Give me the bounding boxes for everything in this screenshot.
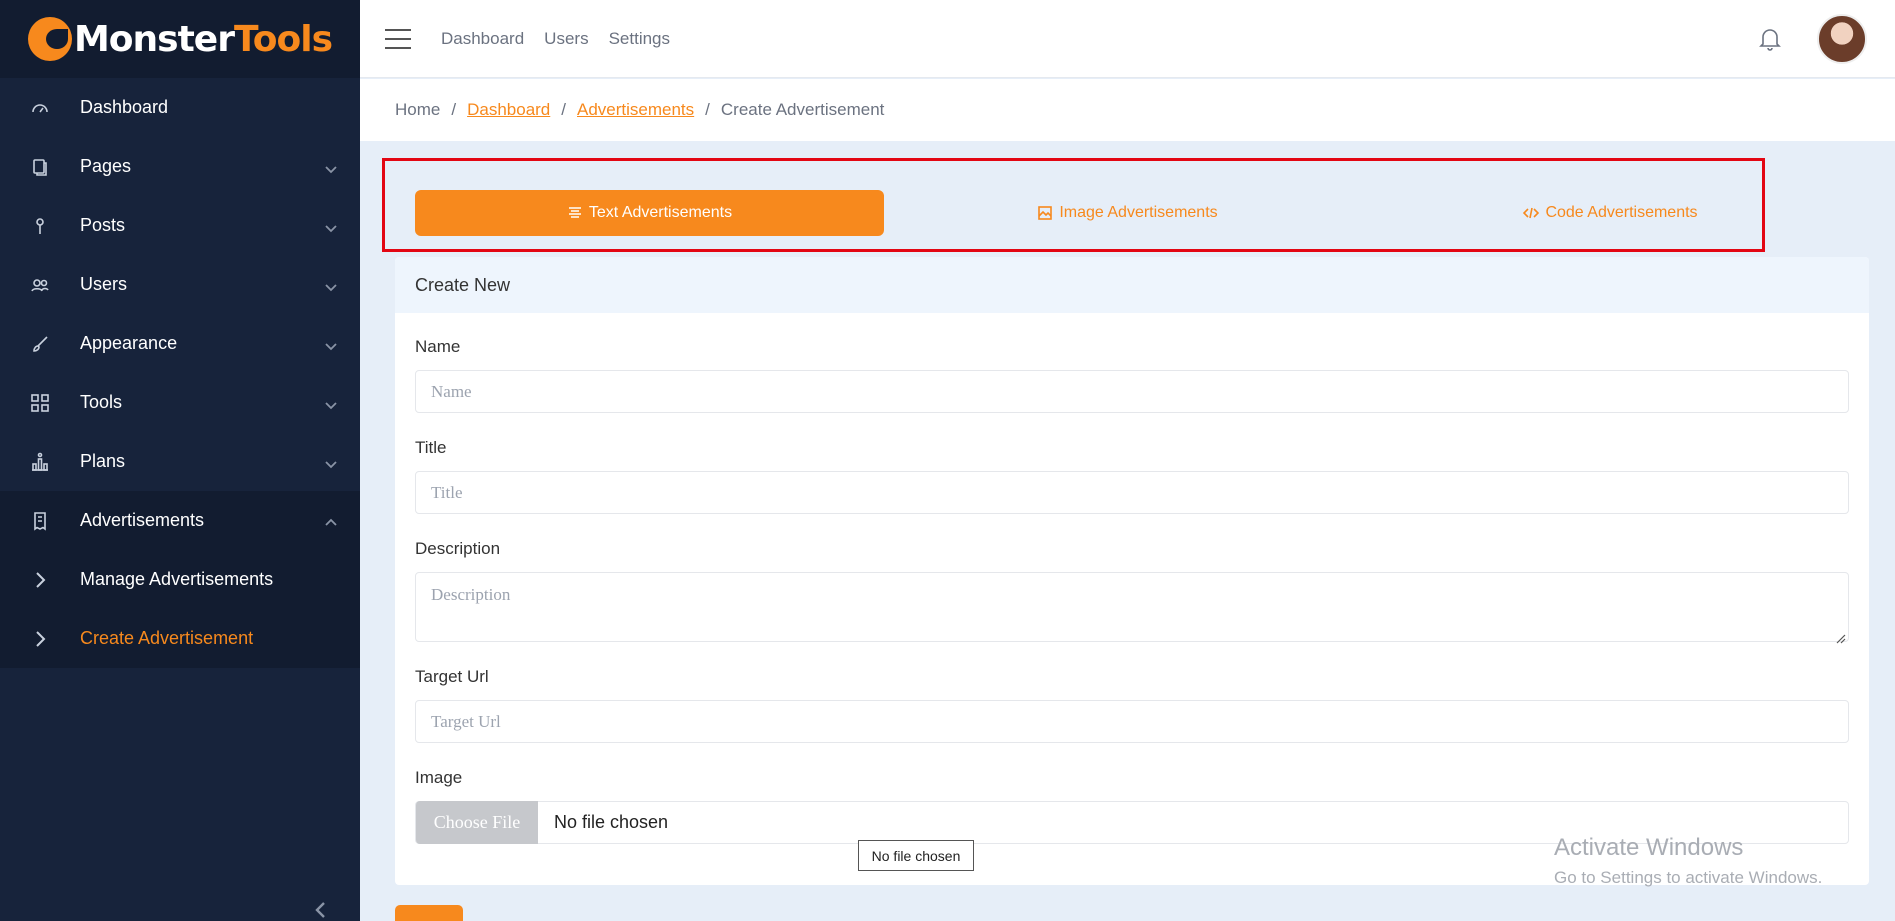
sidebar-item-label: Posts: [80, 215, 126, 235]
sidebar-item-advertisements[interactable]: Advertisements: [0, 491, 360, 550]
description-label: Description: [415, 539, 501, 558]
brush-icon: [30, 334, 50, 354]
name-label: Name: [415, 337, 461, 356]
resize-handle-icon[interactable]: [1836, 629, 1846, 644]
top-links: Dashboard Users Settings: [441, 29, 690, 49]
chevron-down-icon: [324, 219, 338, 233]
code-icon: [1523, 207, 1540, 219]
dashboard-icon: [30, 98, 50, 118]
sidebar-item-appearance[interactable]: Appearance: [0, 314, 360, 373]
chevron-down-icon: [324, 337, 338, 351]
sidebar-item-label: Manage Advertisements: [80, 569, 274, 589]
sidebar-item-label: Users: [80, 274, 128, 294]
title-label: Title: [415, 438, 447, 457]
plans-icon: [30, 452, 50, 472]
sidebar-item-tools[interactable]: Tools: [0, 373, 360, 432]
sidebar-item-plans[interactable]: Plans: [0, 432, 360, 491]
target-url-input[interactable]: Target Url: [415, 700, 1849, 743]
breadcrumb-home[interactable]: Home: [395, 100, 440, 120]
breadcrumb: Home / Dashboard / Advertisements / Crea…: [360, 79, 1895, 141]
sidebar-item-create-advertisement[interactable]: Create Advertisement: [0, 609, 360, 668]
file-status: No file chosen: [554, 812, 669, 832]
name-input[interactable]: Name: [415, 370, 1849, 413]
sidebar-nav: Dashboard Pages Posts Users Appearance T…: [0, 78, 360, 550]
breadcrumb-advertisements[interactable]: Advertisements: [577, 100, 694, 120]
top-link-settings[interactable]: Settings: [609, 29, 670, 49]
title-input[interactable]: Title: [415, 471, 1849, 514]
align-icon: [568, 207, 581, 218]
pages-icon: [30, 157, 50, 177]
create-ad-card: Create New Name Name Title Title Descrip…: [395, 257, 1869, 885]
breadcrumb-separator: /: [705, 100, 710, 119]
card-header: Create New: [395, 257, 1869, 313]
bell-icon[interactable]: [1757, 26, 1783, 52]
choose-file-button[interactable]: Choose File: [416, 801, 538, 844]
watermark-line1: Activate Windows: [1554, 834, 1744, 861]
top-navbar: Dashboard Users Settings: [360, 0, 1895, 78]
sidebar-item-pages[interactable]: Pages: [0, 137, 360, 196]
tab-label: Image Advertisements: [1059, 204, 1218, 221]
breadcrumb-separator: /: [561, 100, 566, 119]
receipt-icon: [30, 511, 50, 531]
collapse-sidebar-icon[interactable]: [310, 899, 332, 921]
top-link-dashboard[interactable]: Dashboard: [441, 29, 524, 49]
top-link-users[interactable]: Users: [544, 29, 588, 49]
chevron-up-icon: [324, 514, 338, 528]
sidebar-item-label: Create Advertisement: [80, 628, 254, 648]
tab-image-advertisements[interactable]: Image Advertisements: [900, 190, 1355, 236]
chevron-down-icon: [324, 455, 338, 469]
tab-label: Code Advertisements: [1545, 204, 1698, 221]
target-url-label: Target Url: [415, 667, 489, 686]
file-tooltip: No file chosen: [858, 840, 974, 871]
description-placeholder: Description: [431, 585, 511, 604]
image-label: Image: [415, 768, 463, 787]
image-icon: [1038, 206, 1053, 220]
sidebar-item-dashboard[interactable]: Dashboard: [0, 78, 360, 137]
sidebar-item-label: Tools: [80, 392, 123, 412]
logo-text: MonsterTools: [73, 18, 333, 60]
watermark-line2: Go to Settings to activate Windows.: [1554, 868, 1823, 887]
sidebar-item-manage-advertisements[interactable]: Manage Advertisements: [0, 550, 360, 609]
sidebar-item-posts[interactable]: Posts: [0, 196, 360, 255]
users-icon: [30, 275, 50, 295]
posts-icon: [30, 216, 50, 236]
tab-code-advertisements[interactable]: Code Advertisements: [1378, 190, 1843, 236]
sidebar: MonsterTools Dashboard Pages Posts Users…: [0, 0, 360, 921]
sidebar-item-label: Pages: [80, 156, 132, 176]
sidebar-item-label: Appearance: [80, 333, 178, 353]
sidebar-submenu: Manage Advertisements Create Advertiseme…: [0, 550, 360, 668]
windows-activation-watermark: Activate Windows Go to Settings to activ…: [1554, 834, 1822, 888]
chevron-down-icon: [324, 396, 338, 410]
avatar[interactable]: [1817, 14, 1867, 64]
sidebar-item-label: Dashboard: [80, 97, 169, 117]
breadcrumb-dashboard[interactable]: Dashboard: [467, 100, 550, 120]
hamburger-menu-icon[interactable]: [385, 28, 411, 49]
tab-label: Text Advertisements: [588, 204, 733, 221]
chevron-right-icon: [30, 570, 50, 590]
description-textarea[interactable]: Description: [415, 572, 1849, 644]
breadcrumb-current: Create Advertisement: [720, 100, 885, 119]
chevron-down-icon: [324, 278, 338, 292]
chevron-down-icon: [324, 160, 338, 174]
tab-text-advertisements[interactable]: Text Advertisements: [415, 190, 884, 236]
chevron-right-icon: [30, 629, 50, 649]
sidebar-item-label: Plans: [80, 451, 126, 471]
logo-icon: [27, 17, 72, 61]
brand-logo[interactable]: MonsterTools: [0, 0, 360, 78]
sidebar-item-label: Advertisements: [80, 510, 205, 530]
sidebar-item-users[interactable]: Users: [0, 255, 360, 314]
breadcrumb-separator: /: [451, 100, 457, 119]
grid-icon: [30, 393, 50, 413]
save-button[interactable]: [395, 905, 463, 921]
